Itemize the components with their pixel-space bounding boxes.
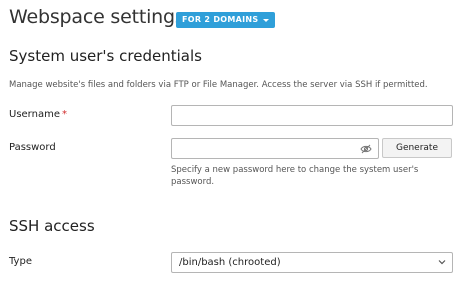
webspace-settings-page: Webspace settings FOR 2 DOMAINS System u…: [0, 0, 474, 287]
generate-password-button[interactable]: Generate: [382, 138, 452, 158]
password-input[interactable]: [171, 138, 379, 159]
ssh-type-selected-value: /bin/bash (chrooted): [179, 257, 281, 268]
ssh-section-title: SSH access: [9, 217, 95, 235]
username-label-text: Username: [9, 109, 60, 120]
caret-down-icon: [262, 18, 269, 22]
required-mark: *: [61, 109, 67, 120]
domains-badge-label: FOR 2 DOMAINS: [182, 15, 259, 24]
page-title: Webspace settings: [9, 6, 185, 28]
ssh-type-select[interactable]: /bin/bash (chrooted): [171, 252, 453, 273]
chevron-down-icon: [438, 260, 446, 265]
username-input[interactable]: [171, 105, 453, 126]
password-label: Password: [9, 142, 56, 153]
domains-dropdown-button[interactable]: FOR 2 DOMAINS: [176, 12, 275, 28]
password-hint: Specify a new password here to change th…: [171, 165, 419, 187]
username-label: Username *: [9, 109, 67, 120]
ssh-type-label: Type: [9, 256, 32, 267]
credentials-section-title: System user's credentials: [9, 47, 202, 65]
eye-slash-icon[interactable]: [360, 144, 372, 154]
credentials-description: Manage website's files and folders via F…: [9, 80, 428, 90]
